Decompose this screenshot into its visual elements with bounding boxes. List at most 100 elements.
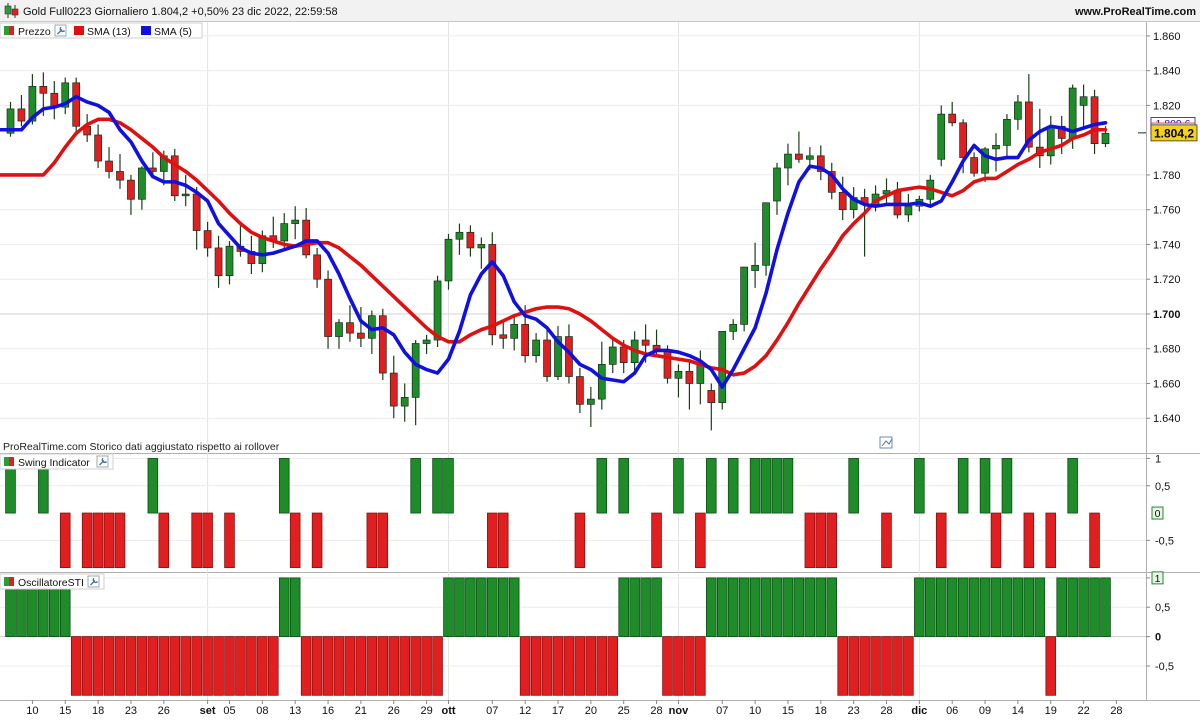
- trading-chart[interactable]: Gold Full0223 Giornaliero 1.804,2 +0,50%…: [0, 0, 1200, 720]
- oscillator-bar: [552, 636, 564, 696]
- oscillator-bar: [81, 636, 93, 696]
- x-tick-label: 18: [92, 705, 104, 717]
- x-tick-label: 26: [158, 705, 170, 717]
- candle-body: [466, 231, 475, 249]
- price-series-icon: [4, 26, 14, 35]
- swing-bar: [158, 512, 170, 569]
- oscillator-bar: [848, 636, 859, 696]
- indicator-last-value: 0: [1155, 508, 1161, 520]
- chart-title: Gold Full0223 Giornaliero 1.804,2 +0,50%…: [23, 6, 338, 18]
- oscillator-bar: [870, 636, 881, 696]
- oscillator-bar: [289, 577, 301, 637]
- swing-bar: [848, 458, 859, 514]
- candle-body: [192, 193, 201, 231]
- swing-bar: [81, 512, 93, 569]
- oscillator-bar: [618, 577, 629, 637]
- oscillator-bar: [935, 577, 947, 637]
- candle-body: [444, 238, 453, 282]
- oscillator-bar: [311, 636, 323, 696]
- price-y-tick-label: 1.740: [1153, 239, 1181, 251]
- x-tick-label: 14: [1012, 705, 1024, 717]
- x-tick-label: set: [200, 705, 216, 717]
- swing-bar: [497, 512, 509, 569]
- wrench-icon[interactable]: [87, 575, 100, 588]
- oscillator-bar: [968, 577, 980, 637]
- oscillator-bar: [388, 636, 400, 696]
- oscillator-bar: [92, 636, 104, 696]
- candle-body: [17, 108, 26, 122]
- oscillator-bar: [103, 636, 115, 696]
- indicator-y-tick-label: 0,5: [1155, 602, 1170, 614]
- candle-body: [663, 350, 672, 379]
- oscillator-bar: [224, 636, 235, 696]
- wrench-icon[interactable]: [96, 455, 109, 468]
- candle-body: [477, 244, 486, 249]
- candle: [762, 202, 770, 276]
- oscillator-bar: [421, 636, 432, 696]
- oscillator-bar: [1089, 577, 1100, 637]
- oscillator-bar: [881, 636, 892, 696]
- oscillator-bar: [377, 636, 389, 696]
- swing-bar: [114, 512, 126, 569]
- candle-body: [378, 315, 387, 374]
- candle-body: [740, 266, 749, 325]
- candle-body: [608, 346, 617, 365]
- swing-bar: [727, 458, 739, 514]
- site-url[interactable]: www.ProRealTime.com: [1074, 6, 1196, 18]
- candle-body: [948, 113, 957, 124]
- candle-body: [696, 364, 705, 384]
- oscillator-bar: [771, 577, 783, 637]
- oscillator-bar: [399, 636, 410, 696]
- candle-body: [1014, 101, 1022, 120]
- oscillator-bar: [125, 636, 137, 696]
- x-tick-label: 21: [355, 705, 367, 717]
- candle-body: [346, 322, 354, 334]
- price-y-tick-label: 1.820: [1153, 100, 1181, 112]
- candle-body: [762, 202, 770, 266]
- candle-body: [805, 155, 814, 160]
- oscillator-bar: [169, 636, 181, 696]
- swing-bar: [1023, 512, 1035, 569]
- oscillator-bar: [826, 577, 838, 637]
- price-y-tick-label: 1.720: [1153, 274, 1181, 286]
- oscillator-bar: [497, 577, 509, 637]
- candle-body: [181, 193, 190, 197]
- x-tick-label: 28: [1110, 705, 1122, 717]
- swing-bar: [377, 512, 389, 569]
- last-price-label: 1.804,2: [1154, 126, 1194, 140]
- oscillator-bar: [454, 577, 465, 637]
- oscillator-bar: [1078, 577, 1089, 637]
- swing-bar: [191, 512, 202, 569]
- oscillator-bar: [180, 636, 191, 696]
- candle-body: [411, 343, 420, 398]
- candle: [378, 308, 387, 381]
- candle-body: [685, 370, 694, 384]
- swing-bar: [749, 458, 761, 514]
- swing-bar: [366, 512, 378, 569]
- swing-bar: [1089, 512, 1100, 569]
- indicator-last-value: 1: [1155, 573, 1161, 585]
- candle-body: [1090, 96, 1099, 145]
- oscillator-bar: [607, 636, 619, 696]
- oscillator-bar: [147, 636, 159, 696]
- candle-body: [302, 219, 310, 256]
- swing-bar: [1045, 512, 1057, 569]
- swing-bar: [914, 458, 925, 514]
- x-tick-label: 20: [585, 705, 597, 717]
- oscillator-bar: [114, 636, 126, 696]
- x-tick-label: 19: [1045, 705, 1057, 717]
- swing-bar: [1067, 458, 1078, 514]
- indicator-y-tick-label: -0,5: [1155, 535, 1174, 547]
- x-tick-label: 16: [322, 705, 334, 717]
- oscillator-bar: [892, 636, 903, 696]
- swing-bar: [881, 512, 892, 569]
- wrench-icon[interactable]: [54, 24, 67, 37]
- oscillator-bar: [673, 636, 684, 696]
- oscillator-bar: [202, 636, 213, 696]
- candle-body: [116, 171, 124, 181]
- oscillator-bar: [563, 636, 575, 696]
- swing-bar: [311, 512, 323, 569]
- swing-bar: [695, 512, 706, 569]
- oscillator-bar: [191, 636, 202, 696]
- price-y-tick-label: 1.760: [1153, 205, 1181, 217]
